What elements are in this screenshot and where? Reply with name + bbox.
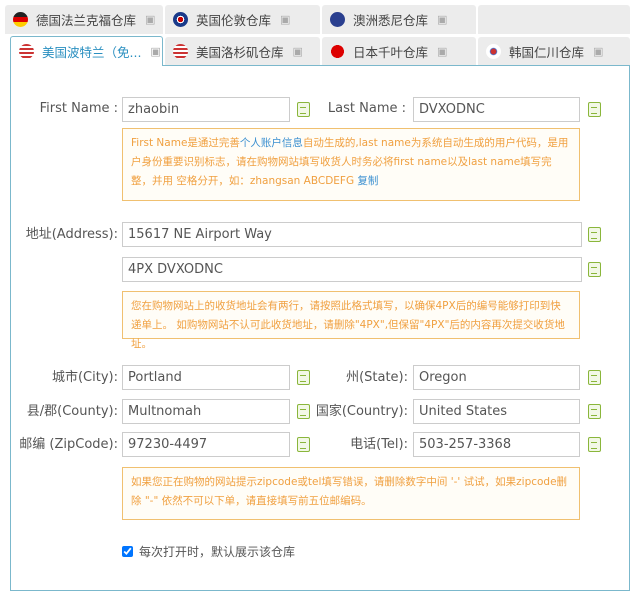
korea-flag-icon [486, 44, 501, 59]
tab-label: 美国波特兰（免... [42, 45, 142, 60]
copy-icon[interactable] [588, 227, 601, 242]
county-input[interactable] [122, 399, 290, 424]
tel-label: 电话(Tel): [350, 437, 408, 452]
address-hint-note: 您在购物网站上的收货地址会有两行，请按照此格式填写，以确保4PX后的编号能够打印… [122, 291, 580, 350]
book-icon: ▣ [437, 45, 448, 58]
book-icon: ▣ [150, 45, 161, 58]
book-icon: ▣ [292, 45, 303, 58]
tab-label: 美国洛杉矶仓库 [196, 45, 284, 60]
county-label: 县/郡(County): [26, 404, 118, 419]
zipcode-hint-note: 如果您正在购物的网站提示zipcode或tel填写错误，请删除数字中间 '-' … [122, 467, 580, 520]
us-flag-icon [19, 44, 34, 59]
japan-flag-icon [330, 44, 345, 59]
state-label: 州(State): [346, 370, 408, 385]
tel-input[interactable] [413, 432, 580, 457]
uk-flag-icon [173, 12, 188, 27]
copy-icon[interactable] [588, 370, 601, 385]
book-icon: ▣ [280, 13, 291, 26]
account-info-link[interactable]: 个人账户信息 [240, 137, 303, 149]
default-warehouse-option: 每次打开时，默认展示该仓库 [122, 543, 295, 560]
country-input[interactable] [413, 399, 580, 424]
tab-label: 英国伦敦仓库 [196, 13, 272, 28]
tab-frankfurt[interactable]: 德国法兰克福仓库 ▣ [5, 5, 163, 34]
city-input[interactable] [122, 365, 290, 390]
last-name-label: Last Name : [327, 101, 406, 116]
address-line1-input[interactable] [122, 222, 582, 247]
copy-icon[interactable] [588, 102, 601, 117]
tab-sydney[interactable]: 澳洲悉尼仓库 ▣ [322, 5, 476, 34]
zip-input[interactable] [122, 432, 290, 457]
tab-london[interactable]: 英国伦敦仓库 ▣ [165, 5, 320, 34]
note-text: First Name是通过完善 [131, 137, 240, 149]
zip-label: 邮编 (ZipCode): [19, 437, 118, 452]
last-name-input[interactable] [413, 97, 580, 122]
tab-portland[interactable]: 美国波特兰（免... ▣ [10, 36, 163, 66]
book-icon: ▣ [145, 13, 156, 26]
book-icon: ▣ [593, 45, 604, 58]
address-label: 地址(Address): [25, 227, 118, 242]
state-input[interactable] [413, 365, 580, 390]
australia-flag-icon [330, 12, 345, 27]
address-line2-input[interactable] [122, 257, 582, 282]
copy-link[interactable]: 复制 [357, 175, 378, 187]
tab-incheon[interactable]: 韩国仁川仓库 ▣ [478, 37, 630, 66]
copy-icon[interactable] [588, 404, 601, 419]
us-flag-icon [173, 44, 188, 59]
tab-label: 韩国仁川仓库 [509, 45, 585, 60]
name-hint-note: First Name是通过完善个人账户信息自动生成的,last name为系统自… [122, 128, 580, 201]
country-label: 国家(Country): [315, 404, 408, 419]
copy-icon[interactable] [588, 437, 601, 452]
book-icon: ▣ [437, 13, 448, 26]
default-warehouse-checkbox[interactable] [122, 546, 133, 557]
tab-label: 日本千叶仓库 [353, 45, 429, 60]
tab-los-angeles[interactable]: 美国洛杉矶仓库 ▣ [165, 37, 320, 66]
default-warehouse-label: 每次打开时，默认展示该仓库 [139, 545, 296, 559]
first-name-input[interactable] [122, 97, 290, 122]
copy-icon[interactable] [588, 262, 601, 277]
tab-empty [478, 5, 630, 34]
tab-chiba[interactable]: 日本千叶仓库 ▣ [322, 37, 476, 66]
tab-label: 德国法兰克福仓库 [36, 13, 137, 28]
city-label: 城市(City): [51, 370, 118, 385]
first-name-label: First Name : [39, 101, 118, 116]
tab-label: 澳洲悉尼仓库 [353, 13, 429, 28]
germany-flag-icon [13, 12, 28, 27]
